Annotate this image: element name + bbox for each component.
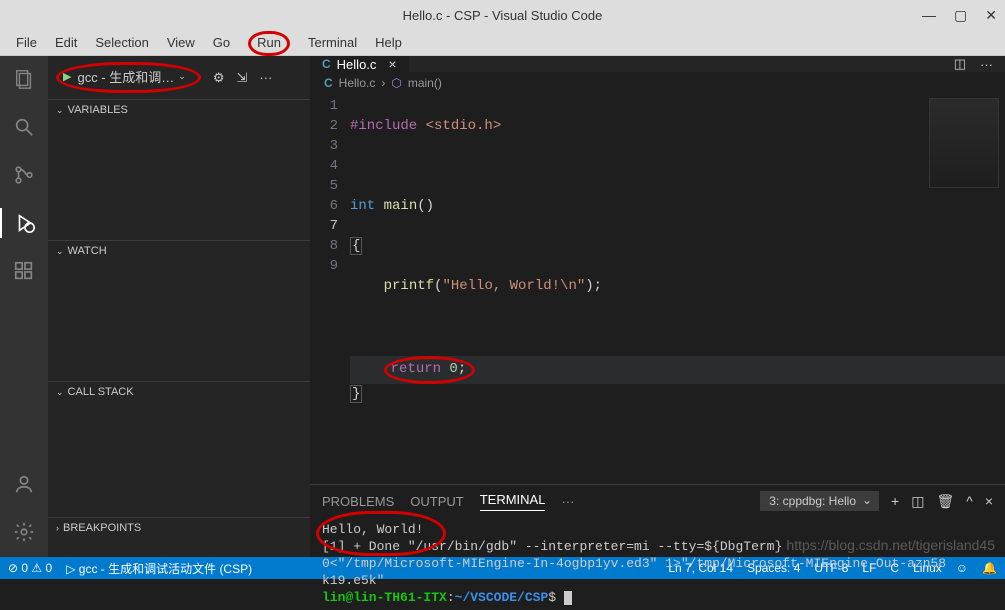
status-debug-config[interactable]: ▷ gcc - 生成和调试活动文件 (CSP) bbox=[66, 560, 252, 577]
close-panel-icon[interactable]: × bbox=[985, 493, 993, 509]
terminal-tab[interactable]: TERMINAL bbox=[480, 492, 546, 511]
editor-area: C Hello.c × ◫ ··· C Hello.c › ⬡ main() 1… bbox=[310, 56, 1005, 557]
menu-file[interactable]: File bbox=[8, 32, 45, 53]
menu-help[interactable]: Help bbox=[367, 32, 410, 53]
problems-tab[interactable]: PROBLEMS bbox=[322, 494, 394, 509]
explorer-icon[interactable] bbox=[0, 64, 48, 94]
split-editor-icon[interactable]: ◫ bbox=[954, 56, 966, 72]
bottom-panel: PROBLEMS OUTPUT TERMINAL ··· 3: cppdbg: … bbox=[310, 484, 1005, 610]
breadcrumb[interactable]: C Hello.c › ⬡ main() bbox=[310, 72, 1005, 94]
play-icon: ▶ bbox=[63, 70, 71, 83]
menu-run[interactable]: Run bbox=[240, 32, 298, 53]
watch-section[interactable]: ⌄WATCH bbox=[48, 240, 310, 261]
debug-config-dropdown[interactable]: gcc - 生成和调…⌄ bbox=[71, 65, 191, 88]
menu-edit[interactable]: Edit bbox=[47, 32, 85, 53]
chevron-down-icon: ⌄ bbox=[56, 387, 64, 398]
menu-go[interactable]: Go bbox=[205, 32, 238, 53]
activity-bar bbox=[0, 56, 48, 557]
maximize-button[interactable]: ▢ bbox=[954, 7, 967, 24]
terminal-output[interactable]: Hello, World! [1] + Done "/usr/bin/gdb" … bbox=[310, 517, 1005, 610]
debug-console-icon[interactable]: ⇲ bbox=[236, 70, 247, 86]
debug-sidebar: ▶ gcc - 生成和调…⌄ ⚙ ⇲ ··· ⌄VARIABLES ⌄WATCH… bbox=[48, 56, 310, 557]
callstack-section[interactable]: ⌄CALL STACK bbox=[48, 381, 310, 402]
close-tab-icon[interactable]: × bbox=[388, 56, 396, 72]
menu-terminal[interactable]: Terminal bbox=[300, 32, 365, 53]
kill-terminal-icon[interactable]: 🗑 bbox=[936, 493, 954, 510]
variables-section[interactable]: ⌄VARIABLES bbox=[48, 99, 310, 120]
chevron-down-icon: ⌄ bbox=[178, 71, 186, 82]
new-terminal-icon[interactable]: + bbox=[891, 493, 899, 509]
run-debug-icon[interactable] bbox=[0, 208, 48, 238]
minimap[interactable] bbox=[929, 98, 999, 188]
breakpoints-section[interactable]: ›BREAKPOINTS bbox=[48, 517, 310, 538]
menu-view[interactable]: View bbox=[159, 32, 203, 53]
settings-icon[interactable] bbox=[0, 517, 48, 547]
minimize-button[interactable]: — bbox=[922, 7, 936, 24]
maximize-panel-icon[interactable]: ^ bbox=[966, 493, 973, 509]
source-control-icon[interactable] bbox=[0, 160, 48, 190]
line-gutter: 123456789 bbox=[310, 96, 350, 484]
title-bar: Hello.c - CSP - Visual Studio Code — ▢ ✕ bbox=[0, 0, 1005, 30]
panel-more[interactable]: ··· bbox=[561, 494, 574, 509]
menu-bar: File Edit Selection View Go Run Terminal… bbox=[0, 30, 1005, 56]
close-button[interactable]: ✕ bbox=[985, 7, 997, 24]
search-icon[interactable] bbox=[0, 112, 48, 142]
code-editor[interactable]: 123456789 #include <stdio.h> int main() … bbox=[310, 94, 1005, 484]
more-icon[interactable]: ··· bbox=[259, 70, 272, 85]
output-tab[interactable]: OUTPUT bbox=[410, 494, 463, 509]
gear-icon[interactable]: ⚙ bbox=[213, 70, 225, 86]
editor-more-icon[interactable]: ··· bbox=[980, 57, 993, 72]
tab-hello-c[interactable]: C Hello.c × bbox=[310, 56, 410, 72]
terminal-cursor bbox=[564, 591, 572, 605]
terminal-selector[interactable]: 3: cppdbg: Hello bbox=[760, 491, 879, 511]
symbol-icon: ⬡ bbox=[391, 76, 401, 90]
account-icon[interactable] bbox=[0, 469, 48, 499]
chevron-right-icon: › bbox=[56, 523, 59, 533]
status-errors[interactable]: ⊘ 0 ⚠ 0 bbox=[8, 561, 52, 575]
chevron-down-icon: ⌄ bbox=[56, 246, 64, 257]
chevron-down-icon: ⌄ bbox=[56, 105, 64, 116]
tab-label: Hello.c bbox=[337, 57, 377, 72]
annotation-circle bbox=[316, 511, 446, 556]
split-terminal-icon[interactable]: ◫ bbox=[911, 493, 924, 510]
window-title: Hello.c - CSP - Visual Studio Code bbox=[403, 8, 603, 23]
extensions-icon[interactable] bbox=[0, 256, 48, 286]
menu-selection[interactable]: Selection bbox=[87, 32, 156, 53]
c-file-icon: C bbox=[322, 57, 331, 71]
start-debug-button[interactable]: ▶ gcc - 生成和调…⌄ bbox=[56, 62, 201, 93]
editor-tabs: C Hello.c × ◫ ··· bbox=[310, 56, 1005, 72]
c-file-icon: C bbox=[324, 76, 333, 90]
